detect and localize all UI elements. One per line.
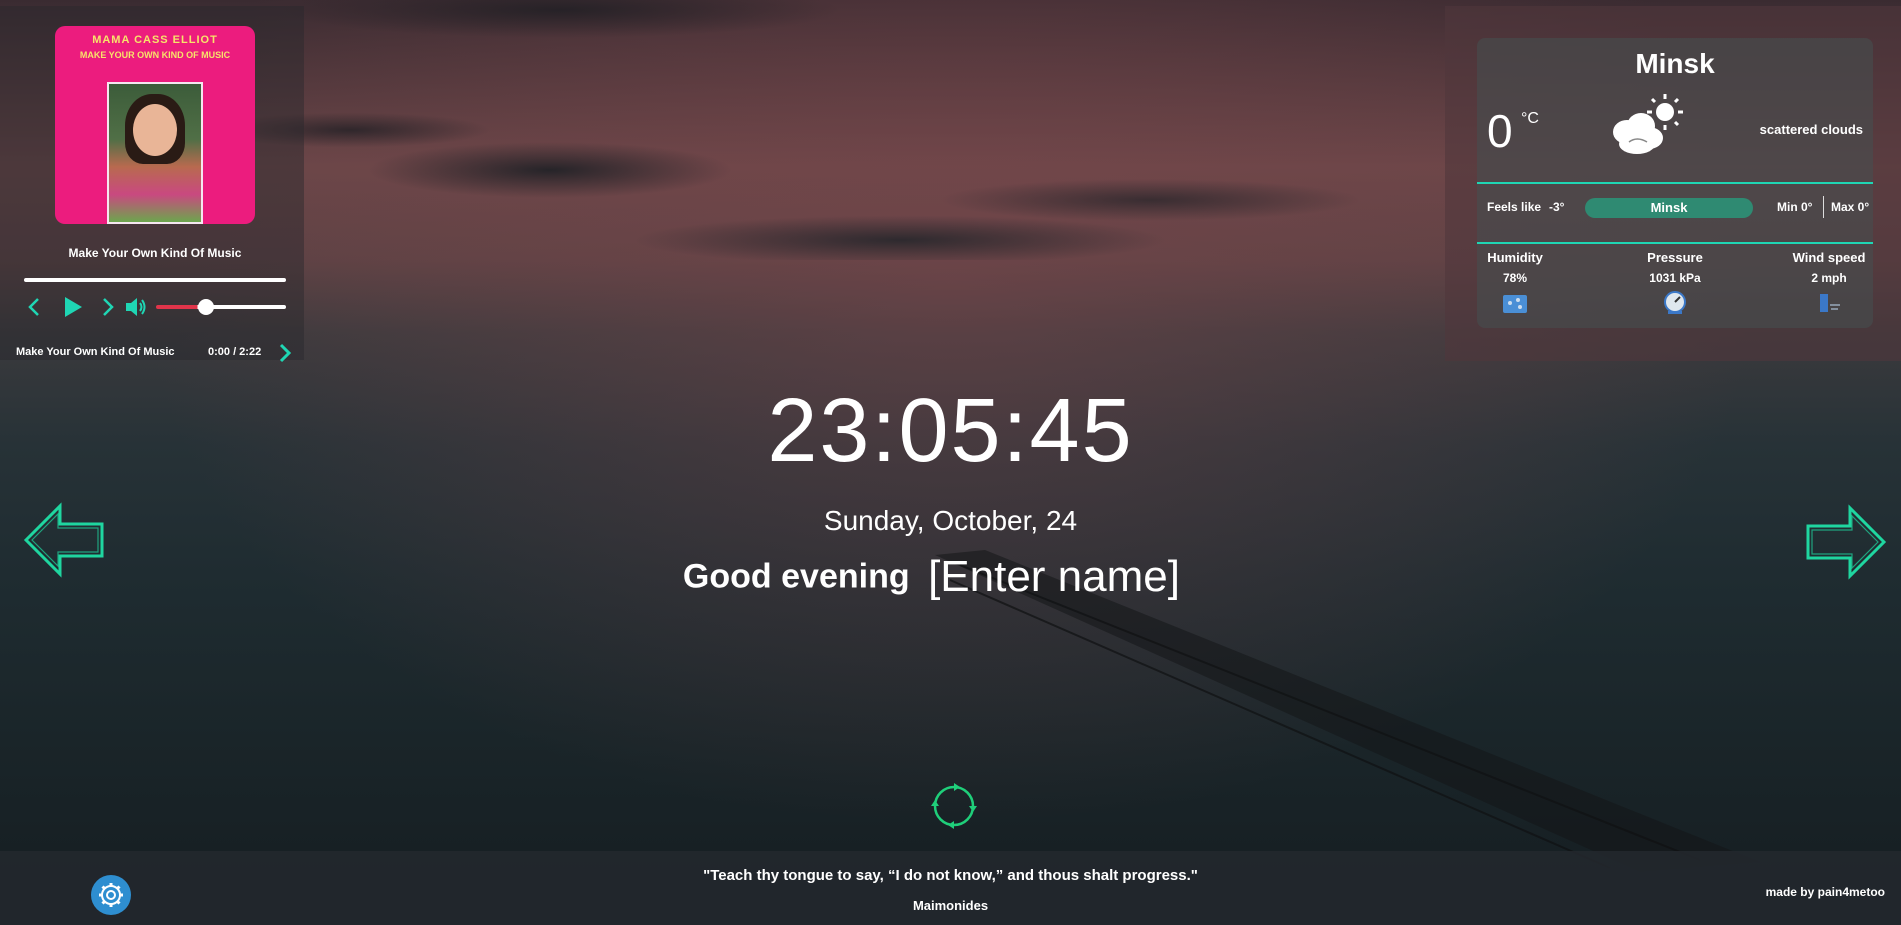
- wind-label: Wind speed: [1792, 250, 1866, 265]
- track-title: Make Your Own Kind Of Music: [68, 246, 242, 260]
- date: Sunday, October, 24: [823, 505, 1078, 536]
- humidity-label: Humidity: [1487, 250, 1543, 265]
- playlist-play-button[interactable]: [276, 340, 294, 369]
- temp-max: Max 0°: [1831, 200, 1870, 214]
- city-input[interactable]: Minsk: [1585, 198, 1753, 218]
- footer: "Teach thy tongue to say, “I do not know…: [0, 851, 1901, 925]
- pressure-gauge-icon: [1664, 291, 1686, 314]
- pressure-label: Pressure: [1647, 250, 1703, 265]
- prev-track-button[interactable]: [26, 294, 42, 325]
- quote-text: "Teach thy tongue to say, “I do not know…: [703, 867, 1198, 884]
- mute-button[interactable]: [124, 294, 148, 325]
- volume-slider-handle[interactable]: [198, 299, 214, 315]
- feels-like-value: -3°: [1549, 200, 1565, 214]
- weather-card: Minsk 0 °C scattered clouds Feels like -…: [1477, 38, 1873, 328]
- clock: 23:05:45: [767, 381, 1134, 481]
- cover-album-text: MAKE YOUR OWN KIND OF MUSIC: [79, 50, 231, 60]
- arrow-right-icon: [1806, 504, 1887, 580]
- sky-clouds-top: [260, 0, 1060, 60]
- player-controls: [24, 294, 294, 324]
- next-track-button[interactable]: [100, 294, 116, 325]
- pressure-block: Pressure 1031 kPa: [1637, 250, 1713, 315]
- sky-clouds: [250, 90, 1430, 260]
- playlist-item-title: Make Your Own Kind Of Music: [16, 346, 175, 358]
- chevron-right-icon: [103, 298, 114, 316]
- refresh-quote-button[interactable]: [930, 782, 978, 835]
- divider: [1477, 182, 1873, 184]
- pressure-value: 1031 kPa: [1649, 271, 1701, 285]
- greeting-text: Good evening: [682, 557, 910, 596]
- partly-cloudy-icon: [1607, 92, 1687, 163]
- quote-author: Maimonides: [912, 898, 989, 913]
- chevron-left-icon: [28, 298, 39, 316]
- playlist-item[interactable]: Make Your Own Kind Of Music 0:00 / 2:22: [0, 340, 304, 366]
- divider: [1477, 242, 1873, 244]
- volume-icon: [126, 298, 146, 316]
- arrow-left-icon: [23, 502, 104, 578]
- wind-icon: [1820, 294, 1840, 312]
- weather-widget: Minsk 0 °C scattered clouds Feels like -…: [1445, 6, 1901, 361]
- humidity-block: Humidity 78%: [1485, 250, 1545, 315]
- weather-unit: °C: [1521, 110, 1539, 127]
- progress-bar[interactable]: [24, 278, 286, 282]
- play-button[interactable]: [62, 294, 84, 325]
- play-icon: [65, 297, 82, 317]
- cover-face: [133, 104, 177, 156]
- wind-block: Wind speed 2 mph: [1789, 250, 1869, 315]
- playlist-item-time: 0:00 / 2:22: [208, 346, 262, 358]
- slide-prev-button[interactable]: [22, 500, 106, 585]
- volume-slider[interactable]: [156, 305, 286, 309]
- temp-min: Min 0°: [1777, 200, 1813, 214]
- humidity-value: 78%: [1502, 271, 1528, 285]
- refresh-icon: [931, 783, 977, 829]
- humidity-icon: [1503, 295, 1527, 313]
- cover-photo: [107, 82, 203, 224]
- slide-next-button[interactable]: [1804, 502, 1888, 587]
- divider: [1823, 196, 1824, 218]
- weather-description: scattered clouds: [1759, 122, 1863, 137]
- feels-like-label: Feels like: [1487, 200, 1542, 214]
- cover-artist-text: MAMA CASS ELLIOT: [92, 34, 218, 46]
- chevron-right-icon: [279, 343, 292, 363]
- weather-city: Minsk: [1635, 48, 1715, 79]
- audio-player: MAMA CASS ELLIOT MAKE YOUR OWN KIND OF M…: [0, 6, 304, 363]
- made-by-link[interactable]: made by pain4metoo: [1766, 885, 1885, 899]
- greeting: Good evening: [0, 552, 1901, 602]
- weather-temperature: 0: [1487, 105, 1513, 157]
- wind-value: 2 mph: [1811, 271, 1847, 285]
- name-input[interactable]: [928, 552, 1219, 602]
- album-cover: MAMA CASS ELLIOT MAKE YOUR OWN KIND OF M…: [55, 26, 255, 224]
